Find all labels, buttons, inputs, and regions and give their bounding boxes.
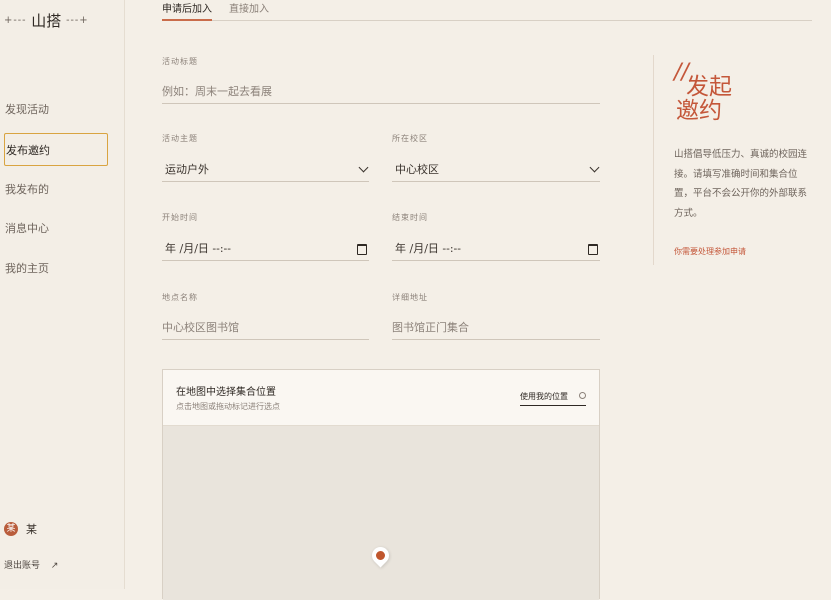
map-title: 在地图中选择集合位置 [176,387,276,398]
place-name-label: 地点名称 [162,293,198,302]
logout-label: 退出账号 [4,561,41,571]
address-input[interactable]: 图书馆正门集合 [392,318,600,340]
end-time-input[interactable]: 年 /月/日 --:-- [392,239,600,261]
start-time-label: 开始时间 [162,213,198,222]
logo-text: 山搭 [31,12,62,30]
theme-label: 活动主题 [162,134,198,143]
side-description: 山搭倡导低压力、真诚的校园连接。请填写准确时间和集合位置，平台不会公开你的外部联… [674,149,808,219]
sidebar: +--- 山搭 ---+ 发现活动 发布邀约 我发布的 消息中心 我的主页 某 … [0,0,125,589]
map-header: 在地图中选择集合位置 点击地图或拖动标记进行选点 使用我的位置 [163,370,599,426]
sidebar-item-my-posts[interactable]: 我发布的 [4,173,108,206]
logo-left-ornament: +--- [4,15,27,26]
map-card: 在地图中选择集合位置 点击地图或拖动标记进行选点 使用我的位置 [162,369,600,600]
campus-value: 中心校区 [395,163,439,176]
chevron-down-icon [589,162,600,173]
side-panel: // 发起 邀约 山搭倡导低压力、真诚的校园连接。请填写准确时间和集合位置，平台… [653,55,824,265]
start-time-value: 年 /月/日 --:-- [165,242,231,255]
sidebar-item-publish[interactable]: 发布邀约 [4,133,108,166]
title-label: 活动标题 [162,57,198,66]
address-label: 详细地址 [392,293,428,302]
end-time-value: 年 /月/日 --:-- [395,242,461,255]
sidebar-item-profile[interactable]: 我的主页 [4,252,108,285]
join-mode-tabs: 申请后加入 直接加入 [162,0,812,21]
locate-icon [579,392,586,399]
user-info[interactable]: 某 某 [4,521,37,537]
start-time-input[interactable]: 年 /月/日 --:-- [162,239,369,261]
logout-button[interactable]: 退出账号 ↗ [4,558,58,571]
logo[interactable]: +--- 山搭 ---+ [4,10,89,31]
campus-select[interactable]: 中心校区 [392,160,600,182]
use-my-location-button[interactable]: 使用我的位置 [520,391,586,406]
place-name-input[interactable]: 中心校区图书馆 [162,318,369,340]
pending-requests-link[interactable]: 你需要处理参加申请 [674,246,746,257]
map-canvas[interactable] [163,426,599,600]
chevron-down-icon [358,162,369,173]
logo-right-ornament: ---+ [66,15,89,26]
side-heading-line-1: 发起 [686,74,732,100]
campus-label: 所在校区 [392,134,428,143]
sidebar-item-messages[interactable]: 消息中心 [4,212,108,245]
calendar-icon[interactable] [588,244,598,255]
tab-apply-join[interactable]: 申请后加入 [162,0,212,21]
map-pin-icon[interactable] [368,543,393,568]
calendar-icon[interactable] [357,244,367,255]
theme-select[interactable]: 运动户外 [162,160,369,182]
map-subtitle: 点击地图或拖动标记进行选点 [176,402,280,411]
end-time-label: 结束时间 [392,213,428,222]
theme-value: 运动户外 [165,163,209,176]
sidebar-item-discover[interactable]: 发现活动 [4,93,108,126]
use-my-location-label: 使用我的位置 [520,392,568,401]
user-name: 某 [26,523,37,536]
title-input[interactable]: 例如：周末一起去看展 [162,82,600,104]
side-heading-line-2: 邀约 [676,98,722,124]
avatar: 某 [4,522,18,536]
external-arrow-icon: ↗ [50,561,59,571]
tab-direct-join[interactable]: 直接加入 [229,0,269,19]
